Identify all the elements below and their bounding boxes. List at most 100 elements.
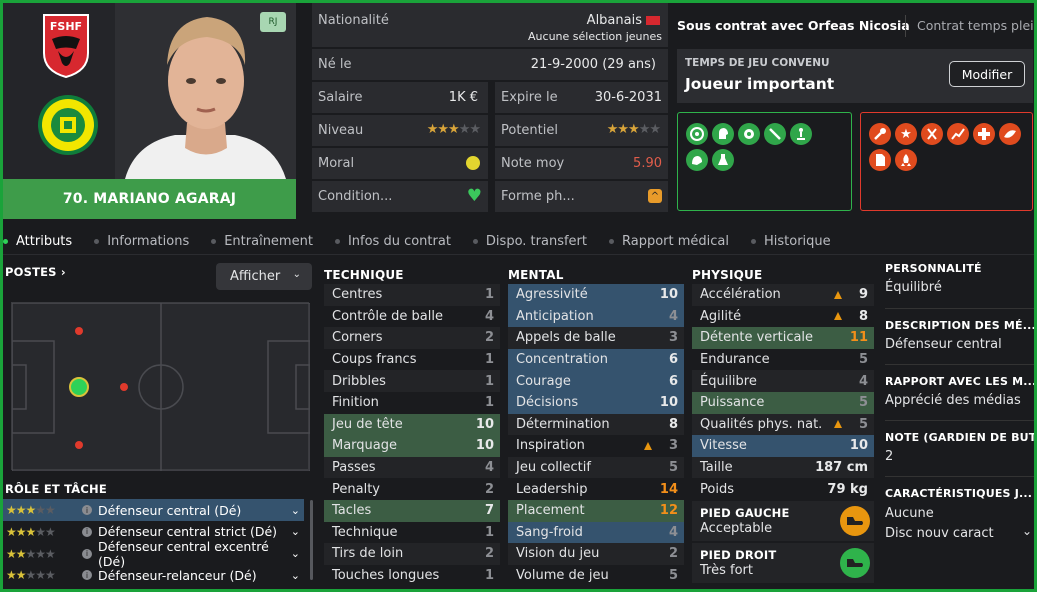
mental-attribute-row[interactable]: Décisions 10: [508, 392, 684, 414]
mental-attribute-row[interactable]: Appels de balle 3: [508, 327, 684, 349]
position-dot[interactable]: [120, 383, 128, 391]
technique-attribute-row[interactable]: Tirs de loin 2: [324, 543, 500, 565]
speed-icon[interactable]: [999, 123, 1021, 145]
attribute-name: Technique: [332, 524, 398, 540]
technique-attribute-row[interactable]: Jeu de tête 10: [324, 413, 500, 436]
mind-icon[interactable]: [686, 149, 708, 171]
morale-row[interactable]: Moral: [312, 148, 488, 179]
pitch-map: [11, 302, 311, 472]
mental-attribute-row[interactable]: Volume de jeu 5: [508, 565, 684, 587]
rocket-icon[interactable]: [895, 149, 917, 171]
info-icon[interactable]: i: [82, 548, 92, 559]
mental-attribute-row[interactable]: Courage 6: [508, 370, 684, 392]
mental-attribute-row[interactable]: Détermination 8: [508, 413, 684, 436]
technique-attribute-row[interactable]: Passes 4: [324, 456, 500, 479]
scrollbar[interactable]: [310, 500, 313, 580]
attribute-value: 8: [668, 416, 678, 432]
technique-attribute-row[interactable]: Tacles 7: [324, 500, 500, 522]
attribute-value: 5: [668, 568, 678, 584]
tab-history[interactable]: Historique: [751, 234, 831, 249]
chevron-down-icon[interactable]: ⌄: [291, 547, 300, 560]
condition-row[interactable]: Condition... ♥: [312, 181, 488, 212]
tab-training[interactable]: Entraînement: [211, 234, 313, 249]
left-foot-value: Acceptable: [700, 521, 773, 536]
attribute-name: Centres: [332, 287, 383, 303]
info-icon[interactable]: i: [82, 505, 92, 515]
technique-attribute-row[interactable]: Finition 1: [324, 392, 500, 414]
physique-attribute-row[interactable]: Endurance 5: [692, 349, 874, 371]
technique-attribute-row[interactable]: Technique 1: [324, 522, 500, 544]
chevron-down-icon[interactable]: ⌄: [291, 525, 300, 538]
form-row[interactable]: Forme ph... ^: [495, 181, 668, 212]
positions-title[interactable]: POSTES ›: [5, 265, 66, 279]
wrench-icon[interactable]: [869, 123, 891, 145]
role-stars-icon: ★★★★★: [6, 524, 56, 539]
attribute-name: Sang-froid: [516, 524, 583, 540]
flask-icon[interactable]: [712, 149, 734, 171]
modify-button[interactable]: Modifier: [949, 61, 1025, 87]
technique-attribute-row[interactable]: Contrôle de balle 4: [324, 306, 500, 328]
role-label: Défenseur central strict (Dé): [98, 524, 278, 540]
tab-transfer[interactable]: Dispo. transfert: [472, 234, 587, 249]
attribute-name: Concentration: [516, 352, 608, 368]
mental-title: MENTAL: [508, 268, 564, 282]
position-dot[interactable]: [75, 327, 83, 335]
position-dot[interactable]: [75, 441, 83, 449]
show-dropdown[interactable]: Afficher ⌄: [216, 263, 312, 290]
mental-attribute-row[interactable]: Jeu collectif 5: [508, 456, 684, 479]
medical-cross-icon[interactable]: [973, 123, 995, 145]
attribute-value: 3: [668, 438, 678, 454]
technique-attribute-row[interactable]: Marquage 10: [324, 435, 500, 457]
chevron-down-icon[interactable]: ⌄: [291, 569, 300, 582]
physique-attribute-row[interactable]: Taille 187 cm: [692, 456, 874, 479]
mental-attribute-row[interactable]: Agressivité 10: [508, 284, 684, 306]
chevron-down-icon[interactable]: ⌄: [291, 504, 300, 517]
playtime-title: TEMPS DE JEU CONVENU: [685, 57, 830, 69]
nationality-value[interactable]: Albanais: [587, 13, 642, 28]
main-position-dot[interactable]: [69, 377, 89, 397]
traits-dropdown[interactable]: Disc nouv caract ⌄: [885, 524, 1034, 541]
mental-attribute-row[interactable]: Placement 12: [508, 500, 684, 522]
jump-icon[interactable]: [790, 123, 812, 145]
physique-attribute-row[interactable]: Équilibre 4: [692, 370, 874, 392]
tackle-icon[interactable]: [764, 123, 786, 145]
technique-attribute-row[interactable]: Dribbles 1: [324, 370, 500, 392]
mental-attribute-row[interactable]: Anticipation 4: [508, 305, 684, 328]
document-icon[interactable]: [869, 149, 891, 171]
target-icon[interactable]: [686, 123, 708, 145]
physique-attribute-row[interactable]: Agilité 8: [692, 306, 874, 328]
ball-control-icon[interactable]: [738, 123, 760, 145]
role-item[interactable]: ★★★★★ i Défenseur central (Dé) ⌄: [6, 500, 302, 520]
physique-attribute-row[interactable]: Accélération 9: [692, 284, 874, 306]
attribute-name: Volume de jeu: [516, 568, 609, 584]
technique-attribute-row[interactable]: Coups francs 1: [324, 349, 500, 371]
dribble-icon[interactable]: [921, 123, 943, 145]
physique-attribute-row[interactable]: Détente verticale 11: [692, 327, 874, 349]
physique-attribute-row[interactable]: Poids 79 kg: [692, 478, 874, 500]
mental-attribute-row[interactable]: Leadership 14: [508, 478, 684, 500]
mental-attribute-row[interactable]: Inspiration 3: [508, 435, 684, 457]
technique-attribute-row[interactable]: Corners 2: [324, 327, 500, 349]
mental-attribute-row[interactable]: Sang-froid 4: [508, 521, 684, 544]
physique-attribute-row[interactable]: Vitesse 10: [692, 435, 874, 457]
mental-attribute-row[interactable]: Vision du jeu 2: [508, 543, 684, 565]
physique-attribute-row[interactable]: Puissance 5: [692, 392, 874, 414]
tab-medical[interactable]: Rapport médical: [609, 234, 729, 249]
info-icon[interactable]: i: [82, 570, 92, 581]
tab-attributes[interactable]: Attributs: [3, 234, 72, 249]
tab-information[interactable]: Informations: [94, 234, 189, 249]
mental-attribute-row[interactable]: Concentration 6: [508, 348, 684, 371]
physique-attribute-row[interactable]: Qualités phys. nat. 5: [692, 413, 874, 436]
role-item[interactable]: ★★★★★ i Défenseur-relanceur (Dé) ⌄: [6, 565, 302, 585]
technique-attribute-row[interactable]: Centres 1: [324, 284, 500, 306]
info-icon[interactable]: i: [82, 526, 92, 537]
trend-icon[interactable]: [947, 123, 969, 145]
role-item[interactable]: ★★★★★ i Défenseur central excentré (Dé) ⌄: [6, 539, 302, 569]
traits-title: CARACTÉRISTIQUES J...: [885, 487, 1033, 500]
tab-contract[interactable]: Infos du contrat: [334, 234, 451, 249]
level-row: Niveau ★★★★★: [312, 115, 488, 146]
technique-attribute-row[interactable]: Touches longues 1: [324, 565, 500, 587]
head-icon[interactable]: [712, 123, 734, 145]
star-icon[interactable]: ★: [895, 123, 917, 145]
technique-attribute-row[interactable]: Penalty 2: [324, 478, 500, 500]
